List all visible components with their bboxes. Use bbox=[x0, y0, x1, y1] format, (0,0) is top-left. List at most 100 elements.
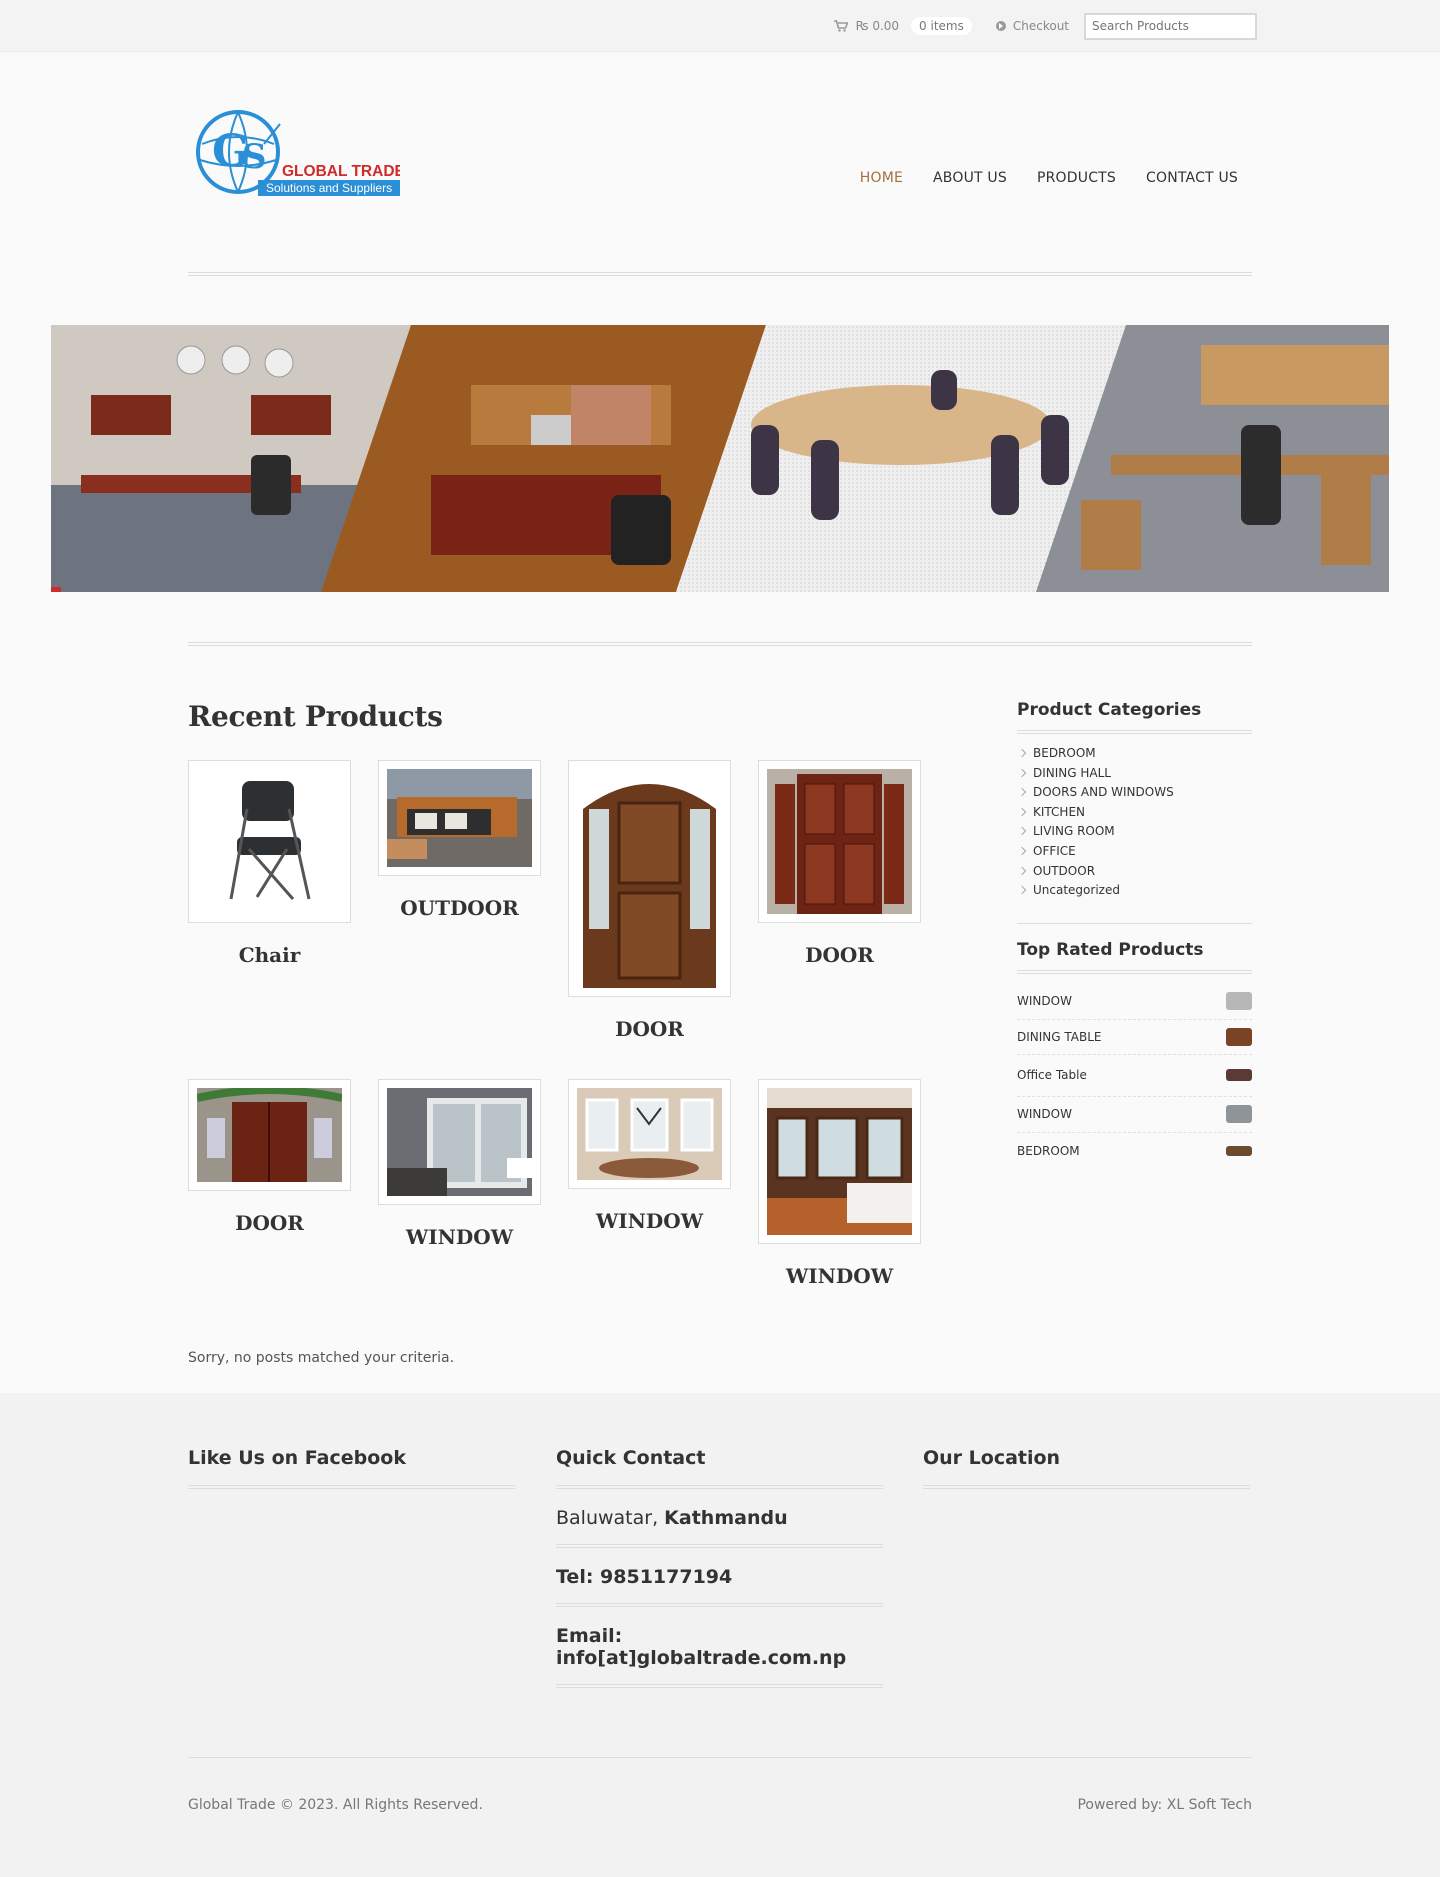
email: Email: info[at]globaltrade.com.np bbox=[556, 1607, 883, 1688]
rated-item[interactable]: Office Table bbox=[1017, 1055, 1252, 1097]
product-image[interactable] bbox=[568, 760, 731, 997]
sidebar: Product Categories BEDROOM DINING HALL D… bbox=[1017, 700, 1252, 1169]
product-name[interactable]: DOOR bbox=[568, 1017, 731, 1041]
nav-products[interactable]: PRODUCTS bbox=[1037, 170, 1116, 186]
section-title: Recent Products bbox=[188, 700, 443, 733]
site-header: G S GLOBAL TRADE Solutions and Suppliers… bbox=[0, 52, 1440, 277]
email-text[interactable]: Email: info[at]globaltrade.com.np bbox=[556, 1625, 846, 1669]
product-card[interactable]: WINDOW bbox=[378, 1079, 541, 1249]
logo-name: GLOBAL TRADE bbox=[282, 163, 400, 180]
rated-item[interactable]: BEDROOM bbox=[1017, 1133, 1252, 1169]
arrow-circle-icon bbox=[995, 21, 1006, 31]
rated-item-thumb[interactable] bbox=[1226, 992, 1252, 1011]
category-item[interactable]: OUTDOOR bbox=[1017, 862, 1252, 882]
cart-icon[interactable] bbox=[833, 20, 848, 32]
no-posts-notice: Sorry, no posts matched your criteria. bbox=[188, 1350, 455, 1366]
product-image[interactable] bbox=[758, 760, 921, 923]
rated-item-name[interactable]: BEDROOM bbox=[1017, 1144, 1080, 1158]
checkout-link[interactable]: Checkout bbox=[995, 19, 1069, 33]
category-list: BEDROOM DINING HALL DOORS AND WINDOWS KI… bbox=[1017, 744, 1252, 901]
facebook-widget: Like Us on Facebook bbox=[188, 1447, 515, 1489]
product-image[interactable] bbox=[188, 1079, 351, 1191]
rated-item-name[interactable]: DINING TABLE bbox=[1017, 1030, 1102, 1044]
product-name[interactable]: DOOR bbox=[758, 943, 921, 967]
product-card[interactable]: WINDOW bbox=[758, 1079, 921, 1288]
categories-title: Product Categories bbox=[1017, 700, 1252, 734]
logo-tagline: Solutions and Suppliers bbox=[266, 181, 392, 195]
hero-banner bbox=[51, 325, 1389, 592]
category-item[interactable]: DINING HALL bbox=[1017, 764, 1252, 784]
product-image[interactable] bbox=[188, 760, 351, 923]
product-name[interactable]: OUTDOOR bbox=[378, 896, 541, 920]
phone-text: Tel: 9851177194 bbox=[556, 1566, 733, 1588]
rated-item[interactable]: DINING TABLE bbox=[1017, 1020, 1252, 1055]
quick-contact-title: Quick Contact bbox=[556, 1447, 883, 1489]
wooden-door-image bbox=[577, 769, 722, 988]
top-rated-widget: Top Rated Products WINDOW DINING TABLE O… bbox=[1017, 922, 1252, 1169]
nav-home[interactable]: HOME bbox=[860, 170, 903, 186]
svg-text:S: S bbox=[242, 137, 267, 177]
category-item[interactable]: OFFICE bbox=[1017, 842, 1252, 862]
rated-item-name[interactable]: WINDOW bbox=[1017, 994, 1072, 1008]
bay-window-image bbox=[577, 1088, 722, 1180]
powered-by-link[interactable]: Powered by: XL Soft Tech bbox=[1077, 1797, 1252, 1813]
product-image[interactable] bbox=[568, 1079, 731, 1189]
banner-divider bbox=[188, 642, 1252, 646]
top-rated-title: Top Rated Products bbox=[1017, 940, 1252, 974]
category-item[interactable]: KITCHEN bbox=[1017, 803, 1252, 823]
outdoor-sofa-image bbox=[387, 769, 532, 867]
site-logo[interactable]: G S GLOBAL TRADE Solutions and Suppliers bbox=[194, 108, 400, 200]
chair-image bbox=[197, 769, 342, 914]
category-item[interactable]: Uncategorized bbox=[1017, 881, 1252, 901]
rated-item[interactable]: WINDOW bbox=[1017, 1097, 1252, 1133]
nav-contact-us[interactable]: CONTACT US bbox=[1146, 170, 1238, 186]
office-furniture-image bbox=[51, 325, 1389, 592]
rated-item[interactable]: WINDOW bbox=[1017, 984, 1252, 1020]
phone: Tel: 9851177194 bbox=[556, 1548, 883, 1607]
product-card[interactable]: OUTDOOR bbox=[378, 760, 541, 920]
product-name[interactable]: DOOR bbox=[188, 1211, 351, 1235]
product-name[interactable]: WINDOW bbox=[378, 1225, 541, 1249]
rated-item-thumb[interactable] bbox=[1226, 1027, 1252, 1046]
nav-about-us[interactable]: ABOUT US bbox=[933, 170, 1007, 186]
product-name[interactable]: Chair bbox=[188, 943, 351, 967]
address-city: Kathmandu bbox=[664, 1507, 788, 1529]
cart-items-badge[interactable]: 0 items bbox=[911, 17, 972, 35]
product-image[interactable] bbox=[378, 760, 541, 876]
entrance-door-image bbox=[197, 1088, 342, 1182]
rated-item-name[interactable]: WINDOW bbox=[1017, 1107, 1072, 1121]
search-input[interactable] bbox=[1084, 12, 1257, 40]
rated-item-name[interactable]: Office Table bbox=[1017, 1068, 1087, 1082]
product-card[interactable]: DOOR bbox=[758, 760, 921, 967]
quick-contact-widget: Quick Contact Baluwatar, Kathmandu Tel: … bbox=[556, 1447, 883, 1688]
product-name[interactable]: WINDOW bbox=[568, 1209, 731, 1233]
facebook-title: Like Us on Facebook bbox=[188, 1447, 515, 1489]
rated-item-thumb[interactable] bbox=[1226, 1069, 1252, 1082]
product-card[interactable]: DOOR bbox=[188, 1079, 351, 1235]
rated-item-thumb[interactable] bbox=[1226, 1145, 1252, 1156]
category-item[interactable]: DOORS AND WINDOWS bbox=[1017, 783, 1252, 803]
header-divider bbox=[188, 272, 1252, 276]
product-name[interactable]: WINDOW bbox=[758, 1264, 921, 1288]
site-footer: Like Us on Facebook Quick Contact Baluwa… bbox=[0, 1393, 1440, 1877]
product-card[interactable]: DOOR bbox=[568, 760, 731, 1041]
product-image[interactable] bbox=[378, 1079, 541, 1205]
product-card[interactable]: WINDOW bbox=[568, 1079, 731, 1233]
product-image[interactable] bbox=[758, 1079, 921, 1244]
top-rated-list: WINDOW DINING TABLE Office Table WINDOW … bbox=[1017, 984, 1252, 1169]
category-item[interactable]: LIVING ROOM bbox=[1017, 822, 1252, 842]
checkout-label: Checkout bbox=[1012, 19, 1069, 33]
copyright: Global Trade © 2023. All Rights Reserved… bbox=[188, 1797, 483, 1813]
rated-item-thumb[interactable] bbox=[1226, 1105, 1252, 1124]
sliding-window-image bbox=[387, 1088, 532, 1196]
recent-products-section: Recent Products bbox=[188, 700, 928, 733]
cart-total[interactable]: ₨ 0.00 bbox=[856, 19, 899, 33]
address: Baluwatar, Kathmandu bbox=[556, 1489, 883, 1548]
main-nav: HOME ABOUT US PRODUCTS CONTACT US bbox=[860, 170, 1238, 186]
double-door-image bbox=[767, 769, 912, 914]
location-title: Our Location bbox=[923, 1447, 1250, 1489]
bedroom-window-image bbox=[767, 1088, 912, 1235]
product-card[interactable]: Chair bbox=[188, 760, 351, 967]
category-item[interactable]: BEDROOM bbox=[1017, 744, 1252, 764]
top-bar: ₨ 0.00 0 items Checkout bbox=[0, 0, 1440, 52]
